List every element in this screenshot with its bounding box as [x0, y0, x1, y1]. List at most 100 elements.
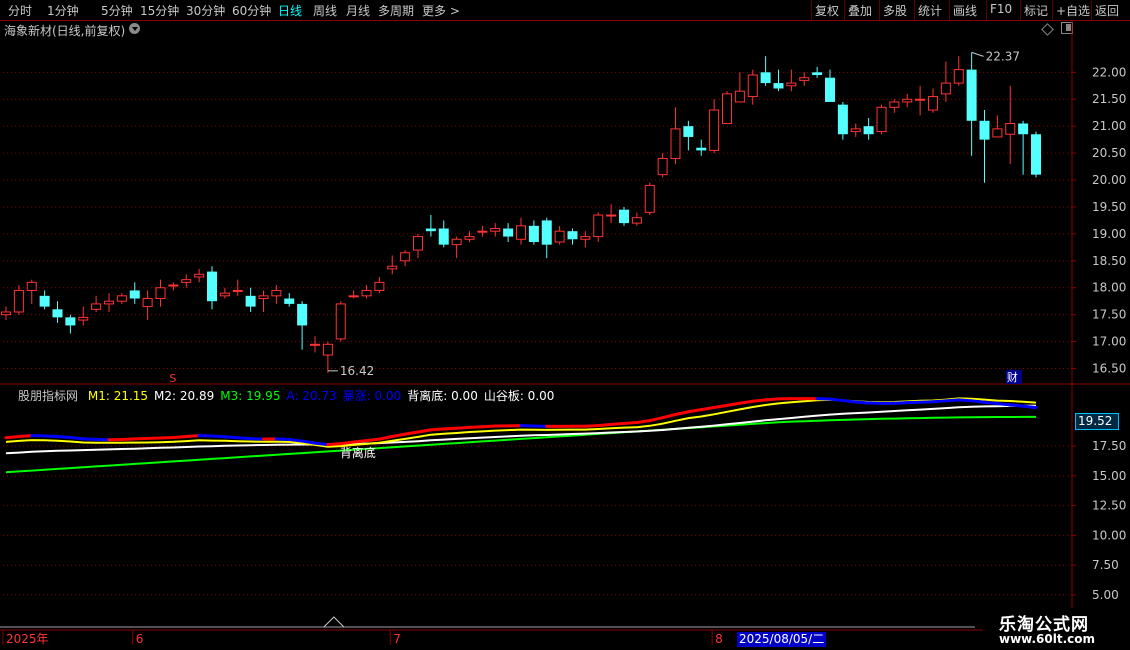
candle-body: [825, 77, 835, 102]
candle-body: [361, 289, 372, 297]
legend-item-m2: M2: 20.89: [154, 389, 215, 403]
candle-body: [734, 90, 745, 103]
a-line-segment: [455, 425, 471, 430]
a-line-segment: [957, 398, 974, 403]
a-line-segment: [300, 439, 317, 445]
a-line-segment: [931, 399, 948, 404]
candle-body: [928, 96, 938, 111]
a-line-segment: [416, 428, 433, 434]
candle-body: [194, 273, 205, 278]
candle-body: [979, 120, 990, 140]
candle-body: [786, 82, 797, 87]
candle-body: [541, 220, 552, 245]
a-line-segment: [725, 401, 742, 407]
candle-body: [966, 69, 977, 121]
candle-body: [245, 295, 256, 307]
a-line-segment: [609, 421, 626, 426]
sub-y-tick-label: 7.50: [1092, 558, 1119, 572]
candle-body: [503, 228, 514, 237]
candle-body: [696, 147, 707, 151]
candle-body: [889, 101, 900, 108]
candle-body: [709, 109, 720, 151]
a-line-segment: [583, 424, 600, 428]
a-line-segment: [429, 427, 446, 432]
candle-body: [516, 225, 526, 240]
main-y-tick-label: 17.00: [1092, 335, 1126, 349]
candle-body: [1018, 123, 1029, 135]
main-y-tick-label: 19.00: [1092, 227, 1126, 241]
a-line-segment: [313, 441, 330, 447]
x-axis-label: 6: [136, 632, 144, 646]
candle-body: [812, 72, 823, 76]
x-axis-label: 8: [715, 632, 723, 646]
brand-watermark: 乐淘公式网 www.60lt.com: [983, 608, 1130, 650]
a-line-segment: [236, 436, 253, 441]
candle-body: [992, 128, 1003, 138]
candle-body: [490, 228, 501, 232]
indicator-name[interactable]: 股朋指标网: [4, 389, 78, 403]
legend-item-背离底: 背离底: 0.00: [407, 389, 478, 403]
candle-body: [39, 295, 50, 307]
candle-body: [142, 298, 153, 308]
a-line-segment: [635, 419, 652, 424]
candle-body: [284, 298, 295, 304]
a-line-segment: [944, 398, 961, 403]
a-line-segment: [712, 403, 729, 409]
candle-body: [670, 128, 681, 159]
candle-body: [168, 284, 179, 287]
a-line-segment: [326, 442, 343, 447]
a-line-segment: [854, 400, 871, 405]
candle-body: [104, 300, 114, 305]
candle-body: [683, 126, 694, 137]
main-y-tick-label: 21.50: [1092, 92, 1126, 106]
low-label: 16.42: [340, 364, 374, 378]
a-line-segment: [1021, 404, 1038, 410]
a-line-segment: [699, 405, 716, 412]
candle-body: [65, 317, 76, 326]
a-line-segment: [995, 402, 1012, 407]
a-line-segment: [480, 424, 497, 429]
candle-body: [477, 230, 488, 233]
a-line-segment: [751, 398, 768, 403]
candle-body: [915, 98, 926, 101]
a-line-segment: [686, 408, 703, 414]
a-line-segment: [828, 397, 845, 403]
candle-body: [310, 343, 320, 346]
candle-body: [940, 82, 951, 95]
a-line-segment: [4, 435, 21, 440]
candle-body: [1031, 134, 1041, 175]
a-line-segment: [68, 435, 85, 441]
legend-item-山谷板: 山谷板: 0.00: [483, 389, 555, 403]
kline-chart[interactable]: 22.00 21.50 21.00 20.50 20.00 19.50 19.00 18.50…: [0, 0, 1130, 650]
candle-body: [13, 289, 24, 313]
candle-body: [1, 311, 11, 316]
legend-item-m3: M3: 19.95: [220, 389, 281, 403]
a-line-segment: [403, 430, 420, 436]
a-line-segment: [841, 399, 858, 404]
candle-body: [425, 228, 436, 232]
candle-body: [644, 184, 655, 213]
main-y-tick-label: 19.50: [1092, 200, 1126, 214]
a-line-segment: [468, 425, 484, 429]
main-y-tick-label: 22.00: [1092, 65, 1126, 79]
a-line-segment: [983, 400, 999, 406]
cursor-date: 2025/08/05/二: [737, 632, 827, 647]
a-line-segment: [184, 434, 201, 439]
candle-body: [464, 236, 475, 240]
candle-body: [1005, 122, 1016, 135]
sub-y-tick-label: 12.50: [1092, 499, 1126, 513]
brand-url: www.60lt.com: [999, 632, 1096, 646]
a-line-segment: [390, 432, 407, 439]
candle-body: [837, 104, 848, 135]
x-axis-label: 7: [393, 632, 401, 646]
a-line-segment: [442, 426, 459, 431]
candle-body: [322, 343, 333, 356]
candle-body: [863, 126, 874, 135]
divergence-label: 背离底: [340, 445, 376, 460]
main-y-tick-label: 21.00: [1092, 119, 1126, 133]
candle-body: [181, 279, 192, 283]
legend-item-暴涨: 暴涨: 0.00: [342, 389, 402, 403]
s-marker: S: [169, 372, 176, 385]
candle-body: [554, 230, 565, 243]
a-line-segment: [377, 435, 394, 441]
